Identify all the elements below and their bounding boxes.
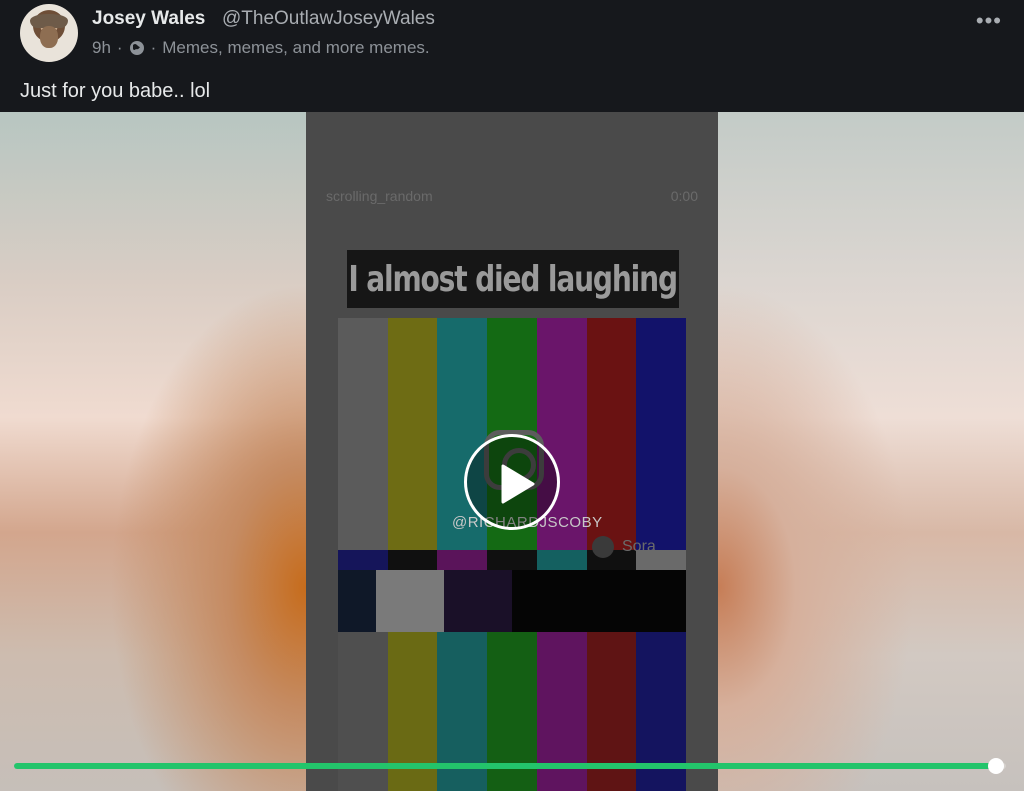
color-bars-row3 (338, 570, 686, 632)
color-bar-segment (338, 550, 388, 570)
play-icon (501, 464, 535, 504)
sora-icon (592, 536, 614, 558)
post-caption: Just for you babe.. lol (20, 80, 211, 102)
globe-icon (129, 41, 144, 55)
progress-scrubber-handle[interactable] (988, 758, 1005, 774)
play-button[interactable] (464, 434, 560, 530)
color-bar-segment (536, 550, 587, 570)
overlay-title: I almost died laughing (348, 258, 679, 300)
group-name[interactable]: Memes, memes, and more memes. (162, 38, 429, 58)
sora-label: Sora (622, 538, 656, 555)
author-name[interactable]: Josey Wales (92, 8, 205, 30)
ig-timestamp: 0:00 (670, 188, 698, 204)
post-meta: 9h · · Memes, memes, and more memes. (92, 38, 430, 58)
avatar-face (40, 26, 58, 48)
meta-separator: · (150, 38, 157, 57)
ig-username: scrolling_random (326, 188, 433, 204)
overlay-title-box: I almost died laughing (347, 250, 679, 308)
post-header: Josey Wales @TheOutlawJoseyWales 9h · · … (0, 0, 1024, 112)
sora-watermark: Sora (592, 536, 656, 558)
meta-separator: · (116, 38, 123, 57)
color-bar (636, 318, 687, 550)
blurred-background-right (718, 112, 1024, 791)
progress-fill (14, 763, 997, 769)
color-bar (387, 318, 438, 550)
color-bar (338, 318, 388, 550)
color-bar-segment (437, 550, 488, 570)
post-time[interactable]: 9h (92, 38, 111, 58)
author-handle[interactable]: @TheOutlawJoseyWales (222, 8, 435, 30)
blurred-background-left (0, 112, 306, 791)
avatar[interactable] (20, 4, 78, 62)
pluge-block (444, 570, 512, 632)
video-progress-bar[interactable] (14, 758, 1006, 774)
pluge-block (338, 570, 376, 632)
color-bar-segment (387, 550, 438, 570)
white-block (376, 570, 444, 632)
more-options-icon[interactable]: ••• (976, 8, 1002, 34)
color-bar-segment (487, 550, 537, 570)
